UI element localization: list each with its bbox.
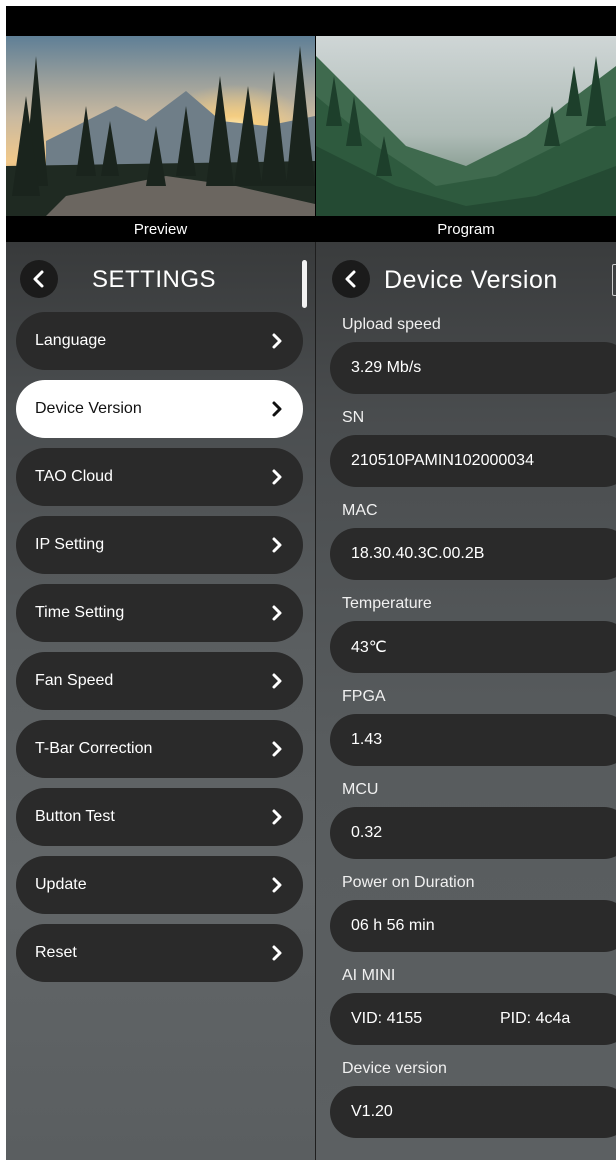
chevron-right-icon (271, 740, 283, 758)
field-value-box: 3.29 Mb/s (330, 342, 616, 394)
settings-item-language[interactable]: Language (16, 312, 303, 370)
settings-item-ip-setting[interactable]: IP Setting (16, 516, 303, 574)
settings-item-update[interactable]: Update (16, 856, 303, 914)
chevron-right-icon (271, 876, 283, 894)
chevron-right-icon (272, 877, 282, 893)
settings-item-label: Button Test (35, 808, 115, 825)
settings-item-label: Fan Speed (35, 672, 114, 689)
field-value: 210510PAMIN102000034 (351, 452, 534, 469)
settings-item-button-test[interactable]: Button Test (16, 788, 303, 846)
field-value: V1.20 (351, 1103, 393, 1120)
preview-monitor[interactable]: Preview (6, 36, 315, 244)
program-monitor[interactable]: Program (316, 36, 616, 244)
field-value: 0.32 (351, 824, 383, 841)
settings-item-label: Update (35, 876, 87, 893)
field-value: 3.29 Mb/s (351, 359, 422, 376)
chevron-right-icon (272, 945, 282, 961)
settings-item-label: TAO Cloud (35, 468, 113, 485)
app-screen: Preview Program SETTINGS Language Device… (6, 6, 616, 1160)
chevron-right-icon (272, 673, 282, 689)
settings-scrollbar[interactable] (302, 260, 307, 308)
settings-item-tao-cloud[interactable]: TAO Cloud (16, 448, 303, 506)
chevron-right-icon (271, 536, 283, 554)
settings-item-fan-speed[interactable]: Fan Speed (16, 652, 303, 710)
chevron-right-icon (271, 400, 283, 418)
field-label: Temperature (342, 595, 432, 612)
field-label: MAC (342, 502, 378, 519)
chevron-right-icon (271, 332, 283, 350)
settings-back-button[interactable] (20, 260, 58, 298)
settings-title: SETTINGS (92, 266, 217, 293)
field-value: 43℃ (351, 639, 387, 656)
settings-item-label: Device Version (35, 400, 142, 417)
settings-panel: SETTINGS Language Device Version TAO Cloud… (6, 242, 315, 1160)
field-label: SN (342, 409, 365, 426)
field-value-box: 0.32 (330, 807, 616, 859)
chevron-right-icon (272, 605, 282, 621)
chevron-right-icon (272, 741, 282, 757)
settings-item-t-bar-correction[interactable]: T-Bar Correction (16, 720, 303, 778)
chevron-right-icon (272, 469, 282, 485)
preview-label: Preview (6, 216, 315, 244)
device-version-panel: Device Version Upload speed 3.29 Mb/s SN 21… (316, 242, 616, 1160)
field-label: AI MINI (342, 967, 396, 984)
field-value-box: VID: 4155 PID: 4c4a (330, 993, 616, 1045)
chevron-right-icon (271, 672, 283, 690)
settings-item-label: IP Setting (35, 536, 105, 553)
chevron-left-icon (345, 270, 356, 288)
field-value-box: V1.20 (330, 1086, 616, 1138)
device-version-scrollbar[interactable] (612, 264, 616, 296)
field-label: Power on Duration (342, 874, 475, 891)
field-label: FPGA (342, 688, 386, 705)
chevron-right-icon (271, 944, 283, 962)
chevron-right-icon (271, 808, 283, 826)
settings-item-label: Language (35, 332, 107, 349)
settings-item-device-version[interactable]: Device Version (16, 380, 303, 438)
program-label: Program (316, 216, 616, 244)
chevron-right-icon (271, 604, 283, 622)
field-value-box: 1.43 (330, 714, 616, 766)
preview-image (6, 36, 315, 216)
chevron-left-icon (33, 270, 44, 288)
device-version-back-button[interactable] (332, 260, 370, 298)
chevron-right-icon (271, 468, 283, 486)
settings-item-label: Time Setting (35, 604, 125, 621)
settings-item-time-setting[interactable]: Time Setting (16, 584, 303, 642)
field-label: Device version (342, 1060, 447, 1077)
status-bar (6, 6, 616, 36)
field-value-box: 43℃ (330, 621, 616, 673)
field-label: Upload speed (342, 316, 441, 333)
chevron-right-icon (272, 401, 282, 417)
field-value-box: 06 h 56 min (330, 900, 616, 952)
device-version-title: Device Version (384, 266, 558, 294)
field-value-box: 18.30.40.3C.00.2B (330, 528, 616, 580)
field-label: MCU (342, 781, 379, 798)
program-image (316, 36, 616, 216)
chevron-right-icon (272, 333, 282, 349)
field-value: 06 h 56 min (351, 917, 435, 934)
settings-item-reset[interactable]: Reset (16, 924, 303, 982)
field-value: 18.30.40.3C.00.2B (351, 545, 485, 562)
field-value: 1.43 (351, 731, 383, 748)
settings-item-label: T-Bar Correction (35, 740, 153, 757)
field-value-box: 210510PAMIN102000034 (330, 435, 616, 487)
chevron-right-icon (272, 809, 282, 825)
chevron-right-icon (272, 537, 282, 553)
pid-value: PID: 4c4a (500, 1010, 571, 1027)
settings-item-label: Reset (35, 944, 77, 961)
vid-value: VID: 4155 (351, 1010, 423, 1027)
